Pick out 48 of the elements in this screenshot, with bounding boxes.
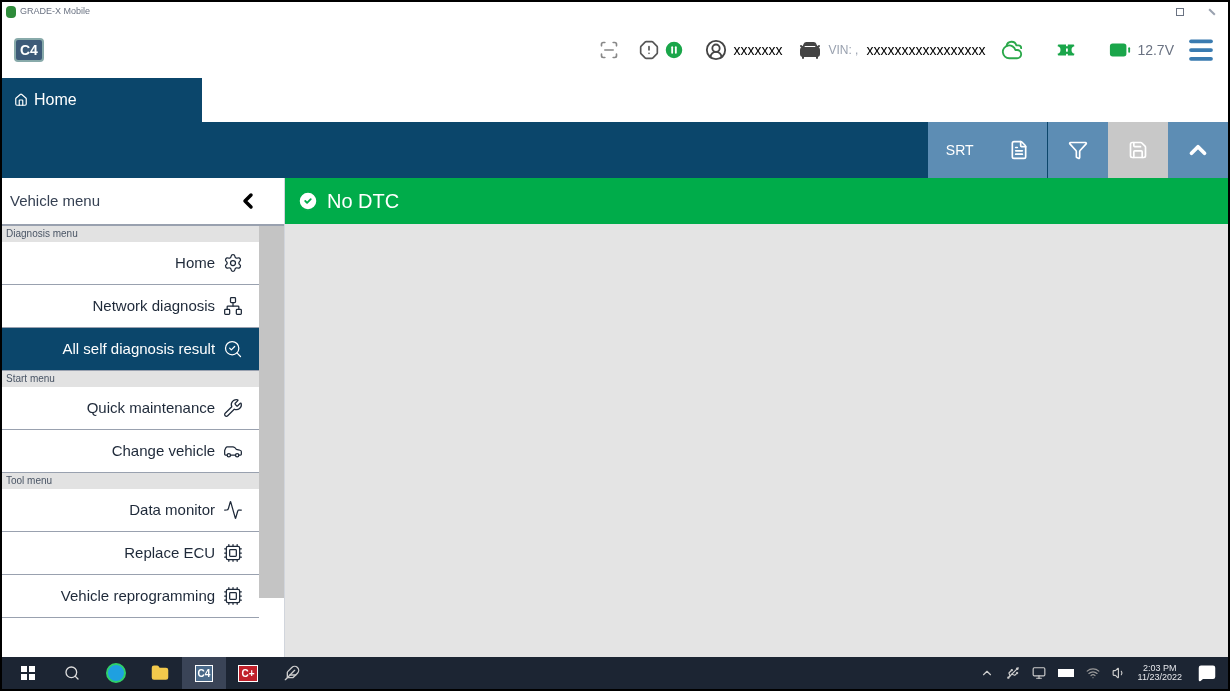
network-icon [223, 296, 244, 316]
check-icon [297, 190, 319, 212]
voltage-reading: 12.7V [1137, 41, 1174, 60]
chart-icon [223, 500, 244, 520]
wifi-icon[interactable] [1085, 666, 1100, 680]
gear-icon [223, 253, 244, 273]
battery-icon[interactable] [1057, 669, 1074, 677]
search-icon [64, 665, 80, 681]
app-logo: C4 [14, 38, 44, 62]
user-icon [705, 39, 728, 61]
window-title: GRADE-X Mobile [20, 5, 91, 19]
filter-icon [1068, 140, 1088, 160]
user-name: xxxxxxx [733, 41, 783, 60]
filter-button[interactable] [1048, 122, 1108, 178]
section-heading: Tool menu [2, 473, 260, 489]
vin-label: VIN: , [828, 42, 859, 58]
cloud-icon [1001, 39, 1024, 61]
chip-icon [223, 543, 244, 563]
menu-item[interactable]: All self diagnosis result [2, 328, 260, 371]
windows-icon [21, 666, 35, 680]
section-heading: Diagnosis menu [2, 226, 260, 242]
save-icon [1128, 140, 1148, 160]
status-text: No DTC [327, 189, 400, 214]
vin-value: xxxxxxxxxxxxxxxxx [866, 41, 986, 60]
alert-icon [639, 40, 660, 60]
clock-date[interactable]: 11/23/2022 [1137, 673, 1182, 682]
app-icon [6, 6, 16, 18]
pause-icon[interactable] [663, 39, 686, 61]
folder-icon [151, 664, 169, 682]
browser-icon [106, 663, 126, 683]
srt-button[interactable]: SRT [928, 122, 1048, 178]
chip-icon [223, 586, 244, 606]
sidebar-title: Vehicle menu [10, 190, 102, 211]
wrench-icon [223, 398, 244, 418]
section-heading: Start menu [2, 371, 260, 387]
feather-icon [284, 665, 300, 681]
app-button[interactable]: C+ [226, 657, 270, 689]
scrollbar[interactable] [259, 226, 284, 598]
app-button[interactable]: C4 [182, 657, 226, 689]
restore-icon[interactable] [1176, 8, 1184, 16]
screenshot-icon[interactable] [599, 40, 620, 60]
monitor-icon[interactable] [1031, 666, 1046, 680]
collapse-button[interactable] [1168, 122, 1228, 178]
clock-time[interactable]: 2:03 PM [1143, 664, 1177, 673]
tab[interactable]: Home [2, 78, 202, 122]
notification-icon[interactable] [1198, 664, 1216, 682]
usb-icon[interactable] [1005, 666, 1020, 680]
home-icon [14, 93, 28, 107]
